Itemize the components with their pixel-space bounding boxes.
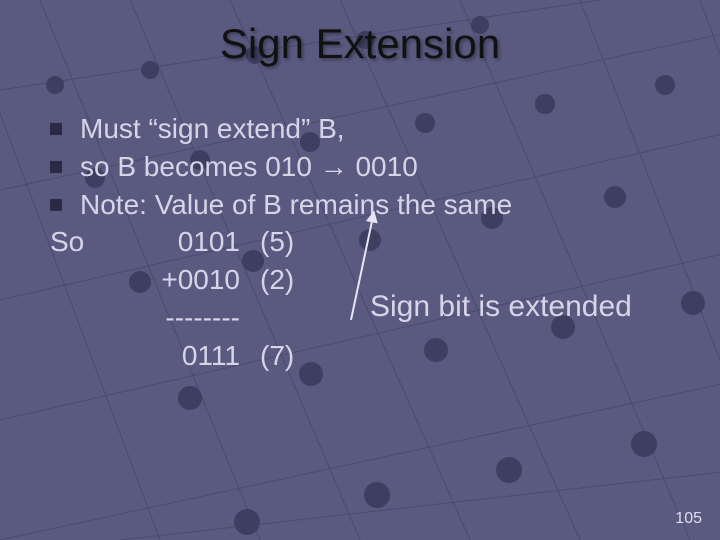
bullet-icon bbox=[50, 123, 62, 135]
calc-number: 0111 bbox=[130, 337, 240, 375]
bullet-icon bbox=[50, 199, 62, 211]
callout-text: Sign bit is extended bbox=[370, 290, 632, 324]
bullet-text: Must “sign extend” B, bbox=[80, 110, 345, 148]
bullet-item: so B becomes 010 → 0010 bbox=[50, 148, 690, 186]
calc-number: +0010 bbox=[130, 261, 240, 299]
calc-decimal: (2) bbox=[240, 261, 340, 299]
calc-number: 0101 bbox=[130, 223, 240, 261]
calc-rule: -------- bbox=[130, 299, 240, 337]
calc-decimal: (5) bbox=[240, 223, 340, 261]
calc-so-label: So bbox=[50, 223, 130, 261]
bullet-text: so B becomes 010 → 0010 bbox=[80, 148, 418, 186]
bullet-text: Note: Value of B remains the same bbox=[80, 186, 512, 224]
calc-row: 0111 (7) bbox=[50, 337, 690, 375]
slide-title: Sign Extension bbox=[0, 20, 720, 68]
slide-body: Must “sign extend” B, so B becomes 010 →… bbox=[50, 110, 690, 375]
slide: Sign Extension Must “sign extend” B, so … bbox=[0, 0, 720, 540]
bullet-item: Must “sign extend” B, bbox=[50, 110, 690, 148]
bullet-icon bbox=[50, 161, 62, 173]
calc-decimal: (7) bbox=[240, 337, 340, 375]
page-number: 105 bbox=[675, 510, 702, 528]
